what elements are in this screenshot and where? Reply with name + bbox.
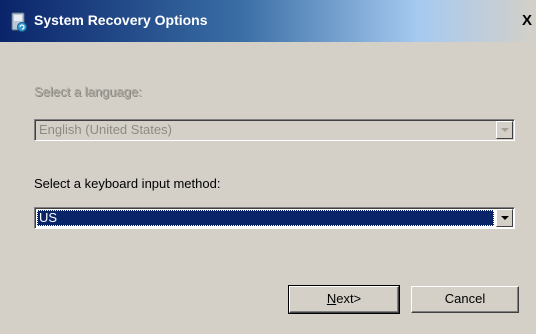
keyboard-select-value: US [37, 210, 494, 226]
system-recovery-icon [11, 12, 27, 32]
chevron-down-icon [501, 216, 509, 220]
keyboard-select[interactable]: US [34, 207, 515, 229]
next-button[interactable]: Next> [288, 285, 400, 314]
language-select-value: English (United States) [39, 122, 172, 137]
title-bar[interactable]: System Recovery Options X [0, 0, 536, 42]
close-button[interactable]: X [518, 12, 536, 30]
window-title: System Recovery Options [34, 12, 208, 28]
next-button-label: ext> [336, 291, 362, 306]
keyboard-dropdown-button[interactable] [496, 209, 513, 227]
language-dropdown-button[interactable] [496, 121, 513, 139]
chevron-down-icon [501, 128, 509, 132]
next-button-mnemonic: N [326, 291, 337, 306]
language-select[interactable]: English (United States) [34, 119, 515, 141]
language-label: Select a language: [34, 84, 142, 99]
system-recovery-dialog: System Recovery Options X Select a langu… [0, 0, 536, 334]
keyboard-label: Select a keyboard input method: [34, 176, 221, 191]
cancel-button[interactable]: Cancel [411, 286, 519, 313]
